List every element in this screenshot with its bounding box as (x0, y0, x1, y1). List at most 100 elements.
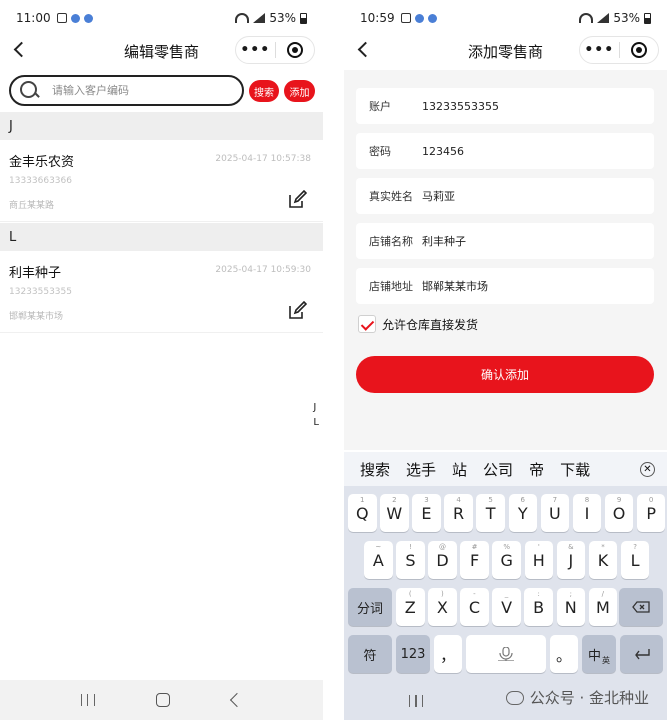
miniprogram-capsule: ••• (579, 36, 659, 64)
retailer-name: 利丰种子 (9, 266, 62, 281)
segment-key[interactable]: 分词 (348, 588, 392, 626)
retailer-phone: 13333663366 (9, 176, 72, 186)
app-notify-icon (83, 13, 93, 23)
period-key[interactable]: 。 (550, 635, 578, 673)
nav-bar: 编辑零售商 ••• (0, 36, 323, 64)
key-r[interactable]: R4 (444, 494, 473, 532)
key-x[interactable]: X) (428, 588, 457, 626)
key-label: J (568, 550, 574, 570)
add-button[interactable]: 添加 (284, 80, 315, 102)
lang-switch-key[interactable]: 中英 (582, 635, 616, 673)
search-button[interactable]: 搜索 (249, 80, 279, 102)
key-label: 分词 (356, 601, 383, 617)
suggestion[interactable]: 公司 (483, 459, 513, 480)
suggestion[interactable]: 站 (452, 459, 467, 480)
close-miniprogram-icon[interactable] (275, 42, 314, 58)
key-a[interactable]: A ~ (364, 541, 393, 579)
key-hint: _ (504, 590, 509, 598)
key-s[interactable]: S! (396, 541, 425, 579)
suggestion[interactable]: 搜索 (360, 459, 390, 480)
edit-icon[interactable] (287, 190, 307, 210)
key-label: K (597, 550, 609, 570)
field-value[interactable]: 邯郸某某市场 (422, 278, 488, 294)
key-label: X (436, 597, 448, 617)
index-letter[interactable]: J (313, 402, 319, 413)
key-label: Y (517, 503, 528, 523)
enter-key[interactable] (620, 635, 663, 673)
key-z[interactable]: Z( (396, 588, 425, 626)
battery-icon (300, 12, 307, 24)
key-j[interactable]: J & (556, 541, 586, 579)
suggestion[interactable]: 帝 (529, 459, 544, 480)
recent-apps-icon[interactable] (409, 695, 423, 707)
account-field[interactable]: 账户 13233553355 (356, 88, 654, 124)
list-item[interactable]: 金丰乐农资 2025-04-17 10:57:38 13333663366 商丘… (0, 140, 323, 222)
key-d[interactable]: D @ (428, 541, 457, 579)
close-suggestion-icon[interactable]: ✕ (640, 461, 655, 477)
number-key[interactable]: 123 (396, 635, 430, 673)
field-value[interactable]: 123456 (422, 145, 464, 158)
key-l[interactable]: L? (620, 541, 650, 579)
key-hint: 9 (616, 496, 622, 504)
shop-name-field[interactable]: 店铺名称 利丰种子 (356, 223, 654, 259)
key-m[interactable]: M / (588, 588, 618, 626)
app-notify-icon (414, 13, 424, 23)
key-label: I (584, 503, 590, 523)
field-value[interactable]: 利丰种子 (422, 233, 466, 249)
field-value[interactable]: 马莉亚 (422, 188, 455, 204)
space-key[interactable] (466, 635, 546, 673)
key-hint: : (537, 590, 540, 598)
symbol-key[interactable]: 符 (348, 635, 392, 673)
wifi-icon (579, 13, 594, 23)
key-v[interactable]: V _ (492, 588, 521, 626)
checkbox[interactable] (358, 315, 376, 333)
key-label: S (405, 550, 416, 570)
recent-apps-icon[interactable] (80, 694, 95, 706)
key-g[interactable]: G% (492, 541, 521, 579)
confirm-add-button[interactable]: 确认添加 (356, 356, 654, 393)
key-c[interactable]: C- (460, 588, 489, 626)
key-i[interactable]: I8 (572, 494, 602, 532)
key-hint: # (471, 543, 478, 551)
list-item[interactable]: 利丰种子 2025-04-17 10:59:30 13233553355 邯郸某… (0, 251, 323, 333)
close-miniprogram-icon[interactable] (619, 42, 658, 58)
search-input[interactable] (52, 84, 222, 97)
key-q[interactable]: Q1 (348, 494, 377, 532)
key-label: 。 (555, 646, 572, 665)
shop-address-field[interactable]: 店铺地址 邯郸某某市场 (356, 268, 654, 304)
password-field[interactable]: 密码 123456 (356, 133, 654, 169)
key-label: B (533, 597, 545, 617)
edit-icon[interactable] (287, 301, 307, 321)
suggestion[interactable]: 选手 (406, 459, 436, 480)
real-name-field[interactable]: 真实姓名 马莉亚 (356, 178, 654, 214)
key-label: H (532, 550, 545, 570)
more-icon[interactable]: ••• (580, 42, 619, 58)
key-h[interactable]: H ' (524, 541, 554, 579)
key-n[interactable]: N; (556, 588, 585, 626)
key-b[interactable]: B: (524, 588, 553, 626)
key-label: ， (439, 646, 456, 665)
key-label: Q (355, 503, 369, 523)
key-f[interactable]: F # (460, 541, 489, 579)
key-e[interactable]: E3 (412, 494, 441, 532)
home-icon[interactable] (156, 693, 171, 707)
key-w[interactable]: W2 (380, 494, 409, 532)
key-t[interactable]: T5 (476, 494, 505, 532)
suggestion[interactable]: 下载 (560, 459, 590, 480)
nav-bar: 添加零售商 ••• (344, 36, 667, 64)
key-p[interactable]: P0 (636, 494, 666, 532)
battery-percent: 53% (613, 11, 640, 25)
backspace-key[interactable] (619, 588, 663, 626)
back-icon[interactable] (230, 692, 245, 708)
index-letter[interactable]: L (313, 417, 319, 428)
key-y[interactable]: Y6 (508, 494, 537, 532)
key-k[interactable]: K * (588, 541, 618, 579)
gallery-icon (56, 13, 67, 23)
key-u[interactable]: U7 (540, 494, 570, 532)
more-icon[interactable]: ••• (236, 42, 275, 58)
key-o[interactable]: O9 (604, 494, 634, 532)
edit-retailer-screen: 11:00 53% 编辑零售商 ••• 搜索 添加 J 金丰乐农资 2025-0… (0, 0, 323, 720)
comma-key[interactable]: ， (434, 635, 462, 673)
key-label: 中 (587, 648, 601, 664)
field-value[interactable]: 13233553355 (422, 100, 499, 113)
